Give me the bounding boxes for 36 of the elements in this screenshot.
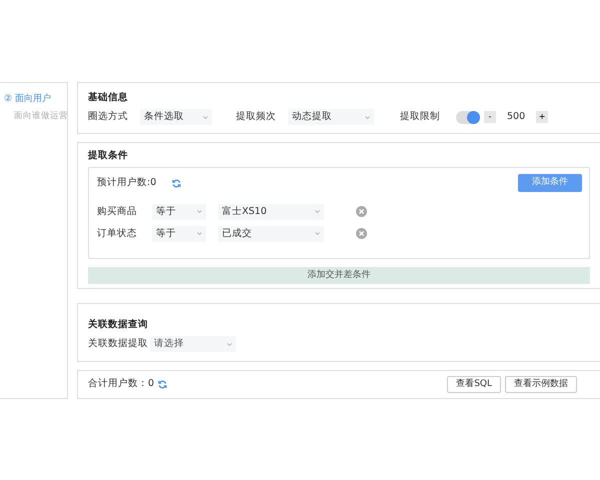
field-label: 提取限制 [400, 110, 440, 124]
caret-icon [315, 210, 320, 214]
field-label: 关联数据提取 [88, 337, 149, 352]
total-text: 合计用户数：0 [88, 377, 154, 392]
refresh-icon[interactable] [172, 178, 182, 188]
field-label: 提取频次 [236, 110, 276, 124]
add-cross-condition-button[interactable]: 添加交并差条件 [88, 267, 590, 284]
minus-button[interactable]: - [484, 111, 496, 124]
section-title: 基础信息 [88, 91, 129, 105]
section-title: 提取条件 [88, 149, 129, 163]
select-field[interactable]: 请选择 [150, 336, 236, 352]
field-label: 圈选方式 [88, 110, 128, 124]
section-title: 关联数据查询 [88, 318, 149, 332]
select-field[interactable]: 等于 [152, 204, 206, 220]
caret-icon [203, 116, 208, 119]
view-button[interactable]: 查看示例数据 [505, 376, 577, 394]
plus-button[interactable]: + [536, 111, 548, 124]
field-label: 订单状态 [97, 226, 138, 241]
remove-icon[interactable] [356, 206, 367, 218]
toggle-switch[interactable] [456, 110, 480, 124]
estimate-text: 预计用户数:0 [97, 176, 156, 190]
select-field[interactable]: 条件选取 [140, 109, 212, 126]
select-field[interactable]: 动态提取 [288, 109, 374, 126]
caret-icon [315, 232, 320, 236]
view-button[interactable]: 查看SQL [447, 376, 501, 394]
number-value: 500 [506, 110, 526, 124]
caret-icon [227, 342, 232, 346]
refresh-icon[interactable] [158, 380, 168, 389]
field-label: 购买商品 [97, 204, 138, 219]
remove-icon[interactable] [356, 228, 367, 240]
select-field[interactable]: 富士XS10 [218, 204, 324, 220]
caret-icon [197, 210, 202, 214]
caret-icon [197, 232, 202, 236]
select-field[interactable]: 等于 [152, 226, 206, 242]
select-field[interactable]: 已成交 [218, 226, 324, 242]
caret-icon [365, 116, 370, 119]
